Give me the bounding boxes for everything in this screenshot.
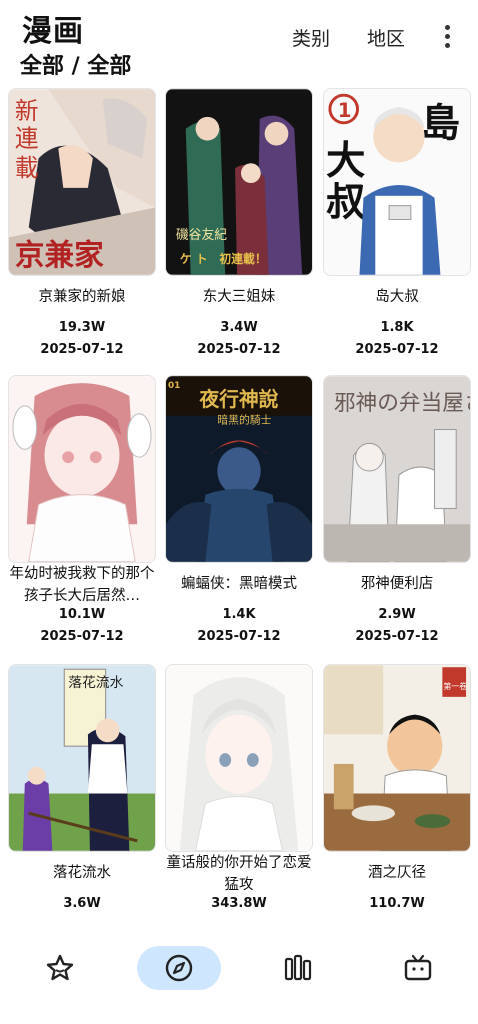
comic-cover: 新 連 載 京兼家 bbox=[8, 88, 156, 276]
region-button[interactable]: 地区 bbox=[367, 24, 405, 51]
filter-summary: 全部 / 全部 bbox=[20, 54, 132, 79]
comic-card[interactable]: 童话般的你开始了恋爱猛攻 343.8W bbox=[165, 664, 313, 934]
comic-date: 2025-07-12 bbox=[197, 342, 281, 357]
comic-card[interactable]: 年幼时被我救下的那个孩子长大后居然… 10.1W 2025-07-12 bbox=[8, 375, 156, 645]
app-header: 漫画 全部 / 全部 类别 地区 bbox=[0, 0, 478, 84]
star-icon bbox=[46, 954, 74, 981]
comic-date: 2025-07-12 bbox=[355, 629, 439, 644]
comic-card[interactable]: 邪神の弁当屋さん 邪神便利店 2.9W 2025-07-12 bbox=[323, 375, 471, 645]
comic-cover bbox=[165, 664, 313, 852]
comic-title: 岛大叔 bbox=[375, 289, 419, 305]
cover-text: 1 bbox=[338, 99, 352, 122]
bottom-navigation bbox=[0, 930, 478, 1024]
comic-views: 10.1W bbox=[58, 607, 106, 622]
comic-card[interactable]: 落花流水 落花流水 3.6W bbox=[8, 664, 156, 934]
comic-title: 京兼家的新娘 bbox=[38, 289, 126, 305]
library-icon bbox=[284, 954, 312, 981]
cover-art: 落花流水 bbox=[9, 665, 155, 851]
nav-tv[interactable] bbox=[376, 946, 460, 990]
cover-art: 01 夜行神說 暗黑的騎士 bbox=[166, 376, 312, 562]
cover-text: 大 bbox=[326, 138, 365, 184]
comic-title: 蝙蝠侠：黑暗模式 bbox=[181, 576, 297, 592]
cover-text: 載 bbox=[15, 154, 39, 182]
comic-card[interactable]: 第一卷 酒之仄径 110.7W bbox=[323, 664, 471, 934]
comic-title: 酒之仄径 bbox=[368, 865, 426, 881]
comic-views: 19.3W bbox=[58, 320, 106, 335]
nav-explore[interactable] bbox=[137, 946, 221, 990]
cover-art bbox=[166, 665, 312, 851]
comic-views: 3.6W bbox=[63, 896, 101, 911]
cover-text: 邪神の弁当屋さん bbox=[334, 391, 470, 416]
comic-title: 童话般的你开始了恋爱猛攻 bbox=[166, 855, 312, 893]
cover-text: 京兼家 bbox=[15, 237, 104, 272]
cover-art: 新 連 載 京兼家 bbox=[9, 89, 155, 275]
comic-date: 2025-07-12 bbox=[40, 629, 124, 644]
comic-card[interactable]: 1 島 大 叔 岛大叔 1.8K 2025-07-12 bbox=[323, 88, 471, 358]
nav-library[interactable] bbox=[256, 946, 340, 990]
comic-title: 邪神便利店 bbox=[360, 576, 434, 592]
comic-cover: 磯谷友紀 ケ ト 初連載！ bbox=[165, 88, 313, 276]
comic-card[interactable]: 新 連 載 京兼家 京兼家的新娘 19.3W 2025-07-12 bbox=[8, 88, 156, 358]
cover-text: 落花流水 bbox=[68, 675, 123, 691]
comic-cover: 1 島 大 叔 bbox=[323, 88, 471, 276]
cover-art: 第一卷 bbox=[324, 665, 470, 851]
comic-views: 110.7W bbox=[369, 896, 425, 911]
comic-card[interactable]: 01 夜行神說 暗黑的騎士 蝙蝠侠：黑暗模式 1.4K 2025-07-12 bbox=[165, 375, 313, 645]
cover-text: 新 bbox=[15, 97, 39, 125]
comic-views: 2.9W bbox=[378, 607, 416, 622]
comic-views: 1.8K bbox=[380, 320, 414, 335]
cover-text: 島 bbox=[421, 101, 460, 147]
comic-date: 2025-07-12 bbox=[40, 342, 124, 357]
comic-cover: 邪神の弁当屋さん bbox=[323, 375, 471, 563]
cover-text: 叔 bbox=[326, 180, 366, 226]
comic-cover bbox=[8, 375, 156, 563]
page-title: 漫画 bbox=[22, 14, 84, 49]
nav-favorites[interactable] bbox=[18, 946, 102, 990]
comic-cover: 01 夜行神說 暗黑的騎士 bbox=[165, 375, 313, 563]
cover-text: 夜行神說 bbox=[199, 387, 279, 411]
tv-icon bbox=[404, 954, 432, 981]
cover-text: 磯谷友紀 bbox=[176, 228, 227, 243]
more-vert-icon[interactable] bbox=[440, 24, 456, 50]
cover-text: 暗黑的騎士 bbox=[217, 413, 271, 427]
comic-card[interactable]: 磯谷友紀 ケ ト 初連載！ 东大三姐妹 3.4W 2025-07-12 bbox=[165, 88, 313, 358]
comic-date: 2025-07-12 bbox=[197, 629, 281, 644]
comic-title: 落花流水 bbox=[53, 865, 111, 881]
comic-title: 年幼时被我救下的那个孩子长大后居然… bbox=[9, 566, 155, 604]
cover-art: 1 島 大 叔 bbox=[324, 89, 470, 275]
cover-text: 01 bbox=[168, 381, 180, 391]
cover-art: 邪神の弁当屋さん bbox=[324, 376, 470, 562]
cover-text: 第一卷 bbox=[443, 681, 467, 691]
comic-cover: 落花流水 bbox=[8, 664, 156, 852]
comic-date: 2025-07-12 bbox=[355, 342, 439, 357]
compass-icon bbox=[165, 954, 193, 982]
category-button[interactable]: 类别 bbox=[292, 24, 330, 51]
cover-text: 連 bbox=[15, 124, 39, 152]
cover-text: ケ ト 初連載！ bbox=[180, 252, 267, 266]
cover-art bbox=[9, 376, 155, 562]
comic-views: 3.4W bbox=[220, 320, 258, 335]
comic-views: 1.4K bbox=[222, 607, 256, 622]
comic-title: 东大三姐妹 bbox=[202, 289, 276, 305]
cover-art: 磯谷友紀 ケ ト 初連載！ bbox=[166, 89, 312, 275]
comic-cover: 第一卷 bbox=[323, 664, 471, 852]
comic-views: 343.8W bbox=[211, 896, 267, 911]
